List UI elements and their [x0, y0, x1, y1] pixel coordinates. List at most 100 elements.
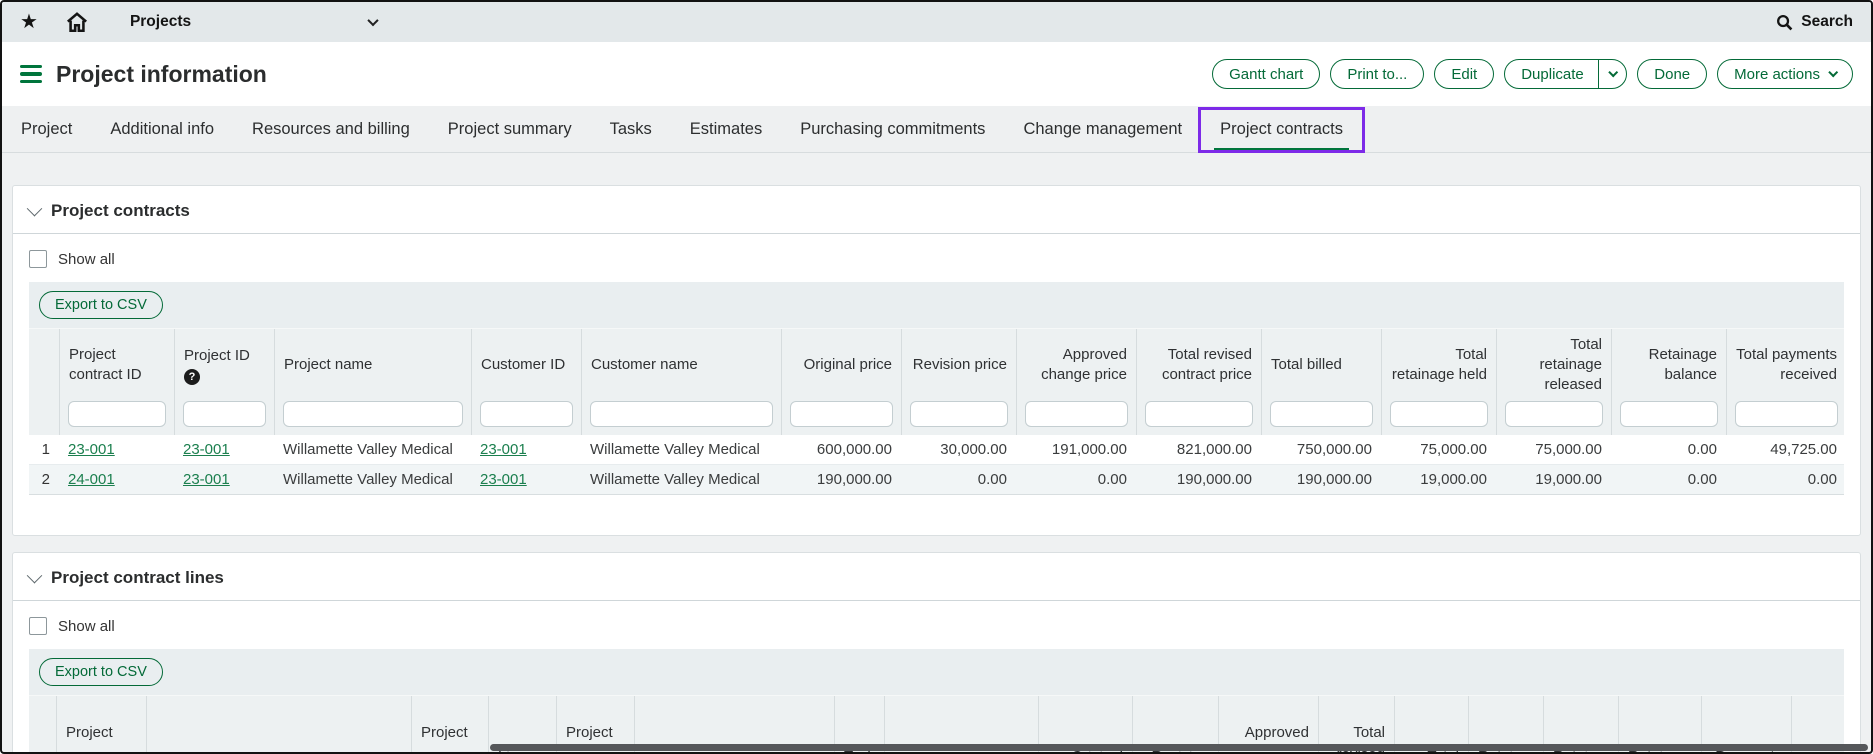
column-header-total-retainage-held: Total retainage held [1381, 329, 1496, 435]
favorite-star-icon[interactable]: ★ [20, 12, 38, 32]
record-list-icon[interactable] [20, 65, 42, 84]
edit-button[interactable]: Edit [1434, 59, 1494, 89]
filter-input-total-retainage-held[interactable] [1390, 401, 1488, 427]
column-filter [472, 401, 581, 435]
duplicate-chevron-down-icon[interactable] [1599, 71, 1626, 78]
export-to-csv-button[interactable]: Export to CSV [39, 658, 163, 686]
show-all-label: Show all [58, 251, 115, 268]
cell-total-payments-received: 0.00 [1726, 465, 1846, 494]
column-header-approved-change-price: Approved change price [1016, 329, 1136, 435]
tab-additional-info[interactable]: Additional info [91, 106, 233, 152]
tab-tasks[interactable]: Tasks [591, 106, 671, 152]
filter-input-approved-change-price[interactable] [1025, 401, 1128, 427]
main-content: Project contracts Show all Export to CSV… [2, 153, 1871, 754]
column-filter [60, 401, 174, 435]
column-label-text: Project contract ID [69, 345, 165, 385]
done-button[interactable]: Done [1637, 59, 1707, 89]
more-actions-button[interactable]: More actions [1717, 59, 1853, 89]
tab-label: Project contracts [1220, 120, 1343, 139]
filter-input-total-billed[interactable] [1270, 401, 1373, 427]
column-filter [582, 401, 781, 435]
tab-bar: Project Additional info Resources and bill… [2, 106, 1871, 153]
horizontal-scrollbar[interactable] [490, 744, 1868, 751]
filter-input-total-revised-contract-price[interactable] [1145, 401, 1253, 427]
column-header-project-contract-id: Project contract ID [59, 329, 174, 435]
cell-project-name: Willamette Valley Medical [274, 435, 471, 464]
collapse-chevron-icon[interactable] [27, 200, 43, 216]
app-window: ★ Projects Search Project information Ga… [0, 0, 1873, 754]
table-row[interactable]: 224-00123-001Willamette Valley Medical23… [29, 465, 1844, 495]
column-label: Project contract ID [60, 329, 174, 401]
search-button[interactable]: Search [1776, 13, 1853, 31]
table-row[interactable]: 123-00123-001Willamette Valley Medical23… [29, 435, 1844, 465]
link-customer-id[interactable]: 23-001 [480, 471, 527, 488]
filter-input-project-contract-id[interactable] [68, 401, 166, 427]
export-to-csv-button[interactable]: Export to CSV [39, 291, 163, 319]
grid-body: 123-00123-001Willamette Valley Medical23… [29, 435, 1844, 495]
filter-input-retainage-balance[interactable] [1620, 401, 1718, 427]
tab-project[interactable]: Project [2, 106, 91, 152]
column-label-text: Original price [804, 355, 892, 375]
link-project-contract-id[interactable]: 23-001 [68, 441, 115, 458]
column-header-project-id: Project ID? [174, 329, 274, 435]
column-label: Project ID? [175, 329, 274, 401]
contracts-grid: Export to CSV Project contract IDProject… [29, 282, 1844, 495]
filter-input-original-price[interactable] [790, 401, 893, 427]
cell-retainage-balance: 0.00 [1611, 465, 1726, 494]
filter-input-project-name[interactable] [283, 401, 463, 427]
filter-input-revision-price[interactable] [910, 401, 1008, 427]
column-label-text: Customer ID [481, 355, 565, 375]
breadcrumb[interactable]: Projects [130, 13, 191, 31]
link-customer-id[interactable]: 23-001 [480, 441, 527, 458]
page-title: Project information [56, 61, 267, 88]
column-header-project-3: Project [411, 696, 488, 754]
tab-project-summary[interactable]: Project summary [429, 106, 591, 152]
duplicate-button[interactable]: Duplicate [1504, 59, 1627, 89]
tab-label: Estimates [690, 120, 762, 139]
button-label: More actions [1734, 66, 1820, 83]
section-divider [13, 233, 1860, 234]
tab-label: Additional info [110, 120, 214, 139]
home-icon[interactable] [66, 12, 88, 33]
tab-change-management[interactable]: Change management [1004, 106, 1201, 152]
help-icon[interactable]: ? [184, 369, 200, 385]
button-label: Duplicate [1521, 66, 1584, 83]
link-project-id[interactable]: 23-001 [183, 441, 230, 458]
show-all-checkbox[interactable] [29, 250, 47, 268]
link-project-id[interactable]: 23-001 [183, 471, 230, 488]
filter-input-total-retainage-released[interactable] [1505, 401, 1603, 427]
grid-toolbar: Export to CSV [29, 282, 1844, 328]
search-label: Search [1801, 13, 1853, 31]
breadcrumb-chevron-down-icon[interactable] [369, 13, 377, 31]
cell-original-price: 600,000.00 [781, 435, 901, 464]
filter-input-total-payments-received[interactable] [1735, 401, 1838, 427]
tab-estimates[interactable]: Estimates [671, 106, 781, 152]
filter-input-customer-id[interactable] [480, 401, 573, 427]
chevron-down-icon [1828, 67, 1838, 77]
filter-input-project-id[interactable] [183, 401, 266, 427]
show-all-checkbox[interactable] [29, 617, 47, 635]
project-contract-lines-panel: Project contract lines Show all Export t… [12, 552, 1861, 754]
show-all-control: Show all [29, 617, 1844, 635]
column-filter [29, 401, 59, 435]
column-label: Approved change price [1017, 329, 1136, 401]
action-buttons: Gantt chart Print to... Edit Duplicate Done M… [1212, 59, 1853, 89]
column-label: Total billed [1262, 329, 1381, 401]
column-header-blank-2 [146, 696, 411, 754]
column-label-text: Total payments received [1736, 345, 1837, 385]
top-nav-bar: ★ Projects Search [2, 2, 1871, 42]
tab-project-contracts[interactable]: Project contracts [1201, 106, 1362, 152]
link-project-contract-id[interactable]: 24-001 [68, 471, 115, 488]
page-header: Project information Gantt chart Print to.… [2, 42, 1871, 106]
tab-label: Resources and billing [252, 120, 410, 139]
tab-purchasing-commitments[interactable]: Purchasing commitments [781, 106, 1004, 152]
collapse-chevron-icon[interactable] [27, 567, 43, 583]
print-to-button[interactable]: Print to... [1330, 59, 1424, 89]
cell-revision-price: 30,000.00 [901, 435, 1016, 464]
tab-label: Change management [1023, 120, 1182, 139]
column-label-text: Project name [284, 355, 372, 375]
column-label: Retainage balance [1612, 329, 1726, 401]
tab-resources-and-billing[interactable]: Resources and billing [233, 106, 429, 152]
filter-input-customer-name[interactable] [590, 401, 773, 427]
gantt-chart-button[interactable]: Gantt chart [1212, 59, 1320, 89]
